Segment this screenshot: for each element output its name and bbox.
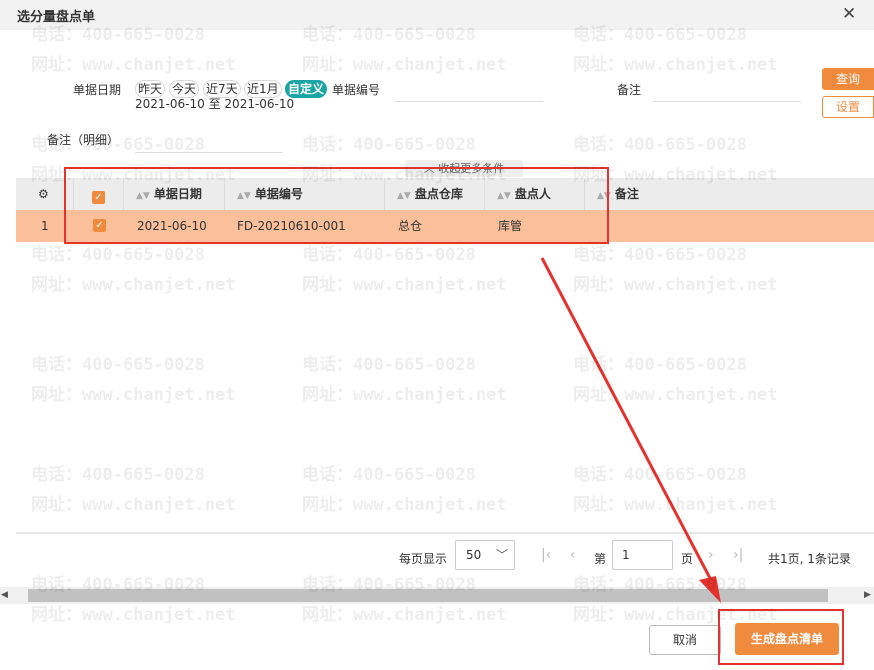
doc-no-label: 单据编号 — [332, 83, 381, 97]
chevron-down-icon: ﹀ — [496, 548, 509, 562]
close-icon[interactable]: ✕ — [842, 4, 856, 24]
per-page-label: 每页显示 — [399, 552, 448, 566]
first-page-icon[interactable]: |‹ — [541, 547, 551, 563]
row-index: 1 — [41, 219, 49, 233]
watermark-site: 网址：www.chanjet.net — [31, 55, 236, 75]
date-to[interactable]: 2021-06-10 — [224, 97, 294, 111]
prev-page-icon[interactable]: ‹ — [570, 547, 576, 563]
scroll-right-icon[interactable]: ▶ — [864, 590, 871, 600]
scrollbar-thumb[interactable] — [28, 589, 828, 602]
remark-label: 备注 — [617, 83, 642, 97]
annotation-button-highlight — [718, 609, 844, 665]
watermark-phone: 电话：400-665-0028 — [302, 135, 476, 155]
date-range[interactable]: 2021-06-10 至 2021-06-10 — [135, 95, 294, 112]
detail-remark-label: 备注（明细） — [47, 133, 120, 147]
table-body-empty — [16, 242, 874, 532]
watermark-site: 网址：www.chanjet.net — [573, 55, 778, 75]
page-number-input[interactable]: 1 — [612, 540, 673, 570]
page-suffix: 页 — [681, 552, 694, 566]
watermark-phone: 电话：400-665-0028 — [573, 135, 747, 155]
next-page-icon[interactable]: › — [708, 547, 714, 563]
watermark-site: 网址：www.chanjet.net — [302, 55, 507, 75]
settings-button[interactable]: 设置 — [822, 96, 874, 118]
col-header-remark[interactable]: ▲▼ 备注 — [585, 178, 874, 210]
date-from[interactable]: 2021-06-10 — [135, 97, 205, 111]
scroll-left-icon[interactable]: ◀ — [1, 590, 8, 600]
dialog-titlebar — [0, 0, 874, 30]
query-button[interactable]: 查询 — [822, 68, 874, 90]
doc-no-input[interactable] — [395, 101, 543, 102]
date-label: 单据日期 — [73, 83, 122, 97]
pager-summary: 共1页, 1条记录 — [768, 552, 851, 566]
last-page-icon[interactable]: ›| — [733, 547, 743, 563]
cancel-button[interactable]: 取消 — [649, 625, 721, 655]
date-separator: 至 — [208, 97, 221, 111]
dialog-title: 选分量盘点单 — [17, 10, 96, 25]
page-prefix: 第 — [594, 552, 607, 566]
remark-input[interactable] — [653, 101, 801, 102]
annotation-row-highlight — [64, 167, 609, 244]
detail-remark-input[interactable] — [135, 152, 283, 153]
per-page-select[interactable]: 50 ﹀ — [455, 540, 515, 570]
per-page-value: 50 — [466, 548, 482, 562]
pager-divider — [16, 532, 874, 534]
